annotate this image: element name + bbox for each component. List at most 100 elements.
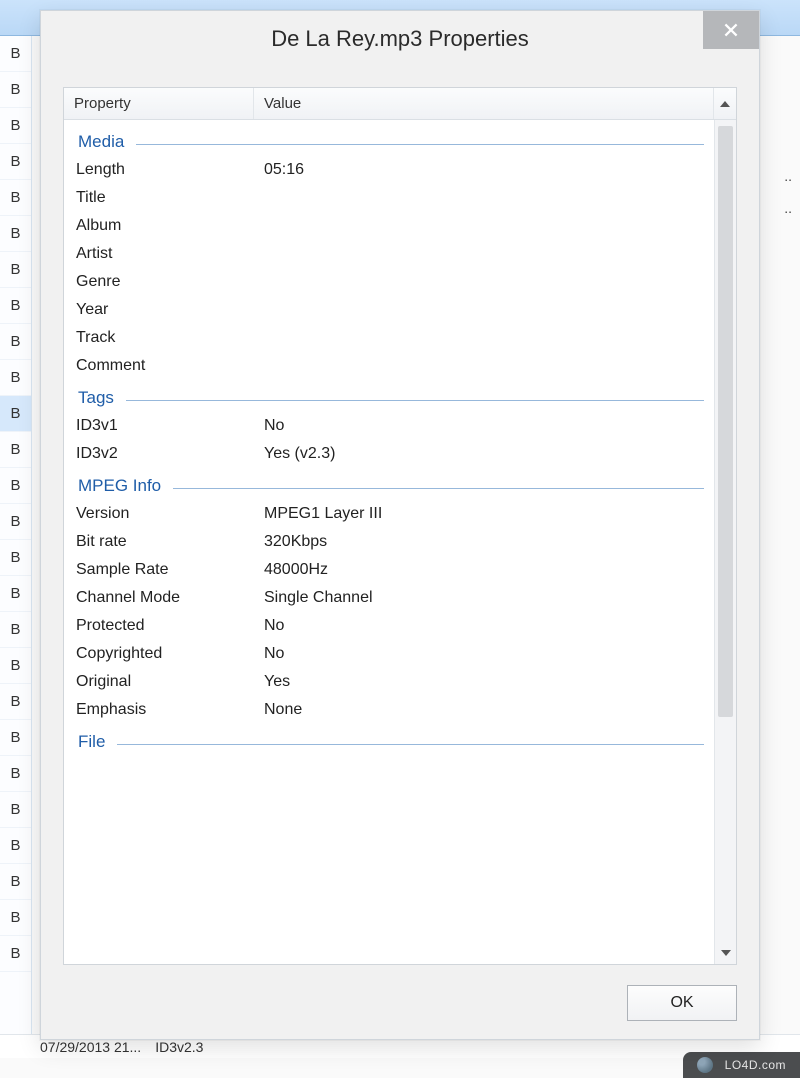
- parent-list-item: B: [0, 756, 31, 792]
- property-row[interactable]: Title: [64, 184, 714, 212]
- parent-list-item: B: [0, 468, 31, 504]
- column-header-property[interactable]: Property: [64, 88, 254, 119]
- property-name: ID3v1: [74, 417, 264, 435]
- property-name: Protected: [74, 617, 264, 635]
- parent-list-item: B: [0, 144, 31, 180]
- property-row[interactable]: Sample Rate48000Hz: [64, 556, 714, 584]
- property-row[interactable]: ID3v2Yes (v2.3): [64, 440, 714, 468]
- chevron-up-icon: [720, 101, 730, 107]
- dialog-titlebar[interactable]: De La Rey.mp3 Properties: [41, 11, 759, 67]
- property-name: Year: [74, 301, 264, 319]
- property-value: [264, 273, 704, 291]
- property-row[interactable]: Album: [64, 212, 714, 240]
- parent-list-item: B: [0, 108, 31, 144]
- parent-list-item: B: [0, 936, 31, 972]
- property-value: [264, 189, 704, 207]
- properties-listview: Property Value Media Length05:16 Title Albu…: [63, 87, 737, 965]
- close-button[interactable]: [703, 11, 759, 49]
- property-name: Version: [74, 505, 264, 523]
- section-divider: [136, 144, 704, 145]
- property-value: No: [264, 645, 704, 663]
- parent-list-item: B: [0, 576, 31, 612]
- watermark: LO4D.com: [683, 1052, 800, 1078]
- parent-list-item: B: [0, 36, 31, 72]
- parent-list-item: B: [0, 684, 31, 720]
- property-row[interactable]: Channel ModeSingle Channel: [64, 584, 714, 612]
- property-row[interactable]: EmphasisNone: [64, 696, 714, 724]
- parent-row-date: 07/29/2013 21...: [40, 1039, 141, 1055]
- property-row[interactable]: Artist: [64, 240, 714, 268]
- property-row[interactable]: OriginalYes: [64, 668, 714, 696]
- scroll-up-button[interactable]: [714, 88, 736, 119]
- property-value: 320Kbps: [264, 533, 704, 551]
- property-value: Yes: [264, 673, 704, 691]
- parent-list-item: B: [0, 360, 31, 396]
- property-name: Channel Mode: [74, 589, 264, 607]
- vertical-scrollbar[interactable]: [714, 120, 736, 964]
- property-row[interactable]: Genre: [64, 268, 714, 296]
- property-name: Title: [74, 189, 264, 207]
- property-row[interactable]: Bit rate320Kbps: [64, 528, 714, 556]
- listview-body[interactable]: Media Length05:16 Title Album Artist Genre Yea…: [64, 120, 714, 964]
- property-name: Emphasis: [74, 701, 264, 719]
- parent-list-item: B: [0, 72, 31, 108]
- parent-list-item: B: [0, 828, 31, 864]
- properties-dialog: De La Rey.mp3 Properties Property Value …: [40, 10, 760, 1040]
- property-row[interactable]: CopyrightedNo: [64, 640, 714, 668]
- parent-list-item: B: [0, 648, 31, 684]
- property-value: Single Channel: [264, 589, 704, 607]
- watermark-text: LO4D.com: [725, 1058, 786, 1072]
- section-title: Media: [78, 132, 124, 152]
- property-row[interactable]: Year: [64, 296, 714, 324]
- property-name: Sample Rate: [74, 561, 264, 579]
- parent-ellipsis: .. ..: [784, 160, 792, 224]
- section-title: File: [78, 732, 105, 752]
- section-header[interactable]: Media: [64, 124, 714, 156]
- property-value: 05:16: [264, 161, 704, 179]
- property-row[interactable]: ProtectedNo: [64, 612, 714, 640]
- globe-icon: [697, 1057, 713, 1073]
- property-name: Genre: [74, 273, 264, 291]
- property-row[interactable]: Track: [64, 324, 714, 352]
- property-row[interactable]: VersionMPEG1 Layer III: [64, 500, 714, 528]
- property-value: No: [264, 417, 704, 435]
- property-value: [264, 217, 704, 235]
- section-title: Tags: [78, 388, 114, 408]
- parent-list-item: B: [0, 432, 31, 468]
- parent-list-item: B: [0, 540, 31, 576]
- parent-list-item: B: [0, 324, 31, 360]
- property-row[interactable]: Length05:16: [64, 156, 714, 184]
- dialog-title: De La Rey.mp3 Properties: [271, 26, 529, 52]
- property-row[interactable]: Comment: [64, 352, 714, 380]
- section-header[interactable]: Tags: [64, 380, 714, 412]
- section-divider: [126, 400, 704, 401]
- parent-list-item: B: [0, 504, 31, 540]
- section-divider: [173, 488, 704, 489]
- property-name: Track: [74, 329, 264, 347]
- parent-list-item: B: [0, 288, 31, 324]
- parent-row-tag: ID3v2.3: [155, 1039, 203, 1055]
- listview-header[interactable]: Property Value: [64, 88, 736, 120]
- parent-list-item: B: [0, 792, 31, 828]
- column-header-value[interactable]: Value: [254, 88, 714, 119]
- property-row[interactable]: ID3v1No: [64, 412, 714, 440]
- scroll-down-button[interactable]: [715, 942, 737, 964]
- scrollbar-thumb[interactable]: [718, 126, 733, 717]
- property-value: MPEG1 Layer III: [264, 505, 704, 523]
- property-name: Artist: [74, 245, 264, 263]
- property-value: [264, 329, 704, 347]
- property-value: Yes (v2.3): [264, 445, 704, 463]
- ok-button[interactable]: OK: [627, 985, 737, 1021]
- chevron-down-icon: [721, 950, 731, 956]
- parent-list-item: B: [0, 900, 31, 936]
- parent-list-item: B: [0, 396, 31, 432]
- section-header[interactable]: File: [64, 724, 714, 756]
- property-value: 48000Hz: [264, 561, 704, 579]
- property-name: Bit rate: [74, 533, 264, 551]
- parent-list-item: B: [0, 612, 31, 648]
- section-header[interactable]: MPEG Info: [64, 468, 714, 500]
- property-name: Album: [74, 217, 264, 235]
- property-value: No: [264, 617, 704, 635]
- parent-list-item: B: [0, 720, 31, 756]
- parent-list-item: B: [0, 216, 31, 252]
